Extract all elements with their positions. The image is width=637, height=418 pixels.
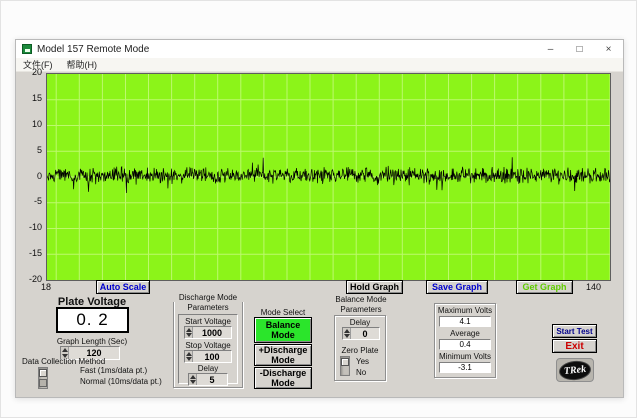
y-tick-label: 0 bbox=[37, 171, 42, 181]
maximum-volts-label: Maximum Volts bbox=[436, 306, 494, 315]
get-graph-button[interactable]: Get Graph bbox=[516, 280, 573, 294]
y-tick-label: -10 bbox=[29, 222, 42, 232]
screenshot-background: Model 157 Remote Mode – □ × 文件(F) 帮助(H) … bbox=[0, 0, 637, 418]
x-tick-max: 140 bbox=[586, 282, 601, 292]
stop-voltage-value: 100 bbox=[193, 351, 231, 362]
exit-button[interactable]: Exit bbox=[552, 339, 597, 353]
trek-logo-oval: TRek bbox=[558, 359, 592, 381]
start-test-button[interactable]: Start Test bbox=[552, 324, 597, 338]
auto-scale-button[interactable]: Auto Scale bbox=[96, 280, 150, 294]
voltage-graph bbox=[46, 73, 611, 281]
hold-graph-button[interactable]: Hold Graph bbox=[346, 280, 403, 294]
minimum-volts-label: Minimum Volts bbox=[436, 352, 494, 361]
spinner-arrows-icon[interactable] bbox=[189, 374, 197, 385]
balance-delay-spinner[interactable]: 0 bbox=[342, 327, 380, 340]
discharge-group-subtitle: Parameters bbox=[173, 303, 243, 312]
y-tick-label: -5 bbox=[34, 196, 42, 206]
y-tick-label: 5 bbox=[37, 145, 42, 155]
stop-voltage-spinner[interactable]: 100 bbox=[184, 350, 232, 363]
data-collection-slider[interactable] bbox=[38, 367, 48, 389]
balance-params-title: Balance Mode bbox=[328, 295, 394, 304]
y-tick-label: 15 bbox=[32, 93, 42, 103]
balance-params-subtitle: Parameters bbox=[328, 305, 394, 314]
title-bar: Model 157 Remote Mode – □ × bbox=[16, 40, 623, 58]
zero-plate-slider[interactable] bbox=[340, 356, 350, 376]
mode-select-label: Mode Select bbox=[252, 308, 314, 317]
window-title: Model 157 Remote Mode bbox=[37, 44, 149, 55]
minimum-volts-value: -3.1 bbox=[439, 362, 491, 373]
menu-item-help[interactable]: 帮助(H) bbox=[60, 58, 105, 71]
maximum-volts-value: 4.1 bbox=[439, 316, 491, 327]
data-collection-label: Data Collection Method bbox=[22, 357, 105, 366]
save-graph-button[interactable]: Save Graph bbox=[426, 280, 488, 294]
start-voltage-spinner[interactable]: 1000 bbox=[184, 326, 232, 339]
zero-plate-yes-label: Yes bbox=[356, 357, 369, 366]
zero-plate-label: Zero Plate bbox=[334, 346, 386, 355]
trek-logo: TRek bbox=[556, 358, 594, 382]
discharge-group-title: Discharge Mode bbox=[171, 293, 245, 302]
signal-plot-svg bbox=[47, 74, 610, 280]
y-tick-label: 20 bbox=[32, 67, 42, 77]
zero-plate-no-label: No bbox=[356, 368, 366, 377]
menu-bar: 文件(F) 帮助(H) bbox=[16, 58, 623, 72]
app-icon bbox=[22, 44, 32, 54]
plate-voltage-display: 0. 2 bbox=[56, 307, 129, 333]
balance-mode-button[interactable]: Balance Mode bbox=[254, 317, 312, 343]
trek-logo-text: TRek bbox=[563, 363, 586, 376]
close-button[interactable]: × bbox=[594, 40, 623, 58]
spinner-arrows-icon[interactable] bbox=[185, 351, 193, 362]
fast-option-label: Fast (1ms/data pt.) bbox=[80, 366, 147, 375]
start-voltage-value: 1000 bbox=[193, 327, 231, 338]
spinner-arrows-icon[interactable] bbox=[185, 327, 193, 338]
maximize-button[interactable]: □ bbox=[565, 40, 594, 58]
balance-delay-value: 0 bbox=[351, 328, 379, 339]
window-controls: – □ × bbox=[536, 40, 623, 58]
average-voltage-value: 0.4 bbox=[439, 339, 491, 350]
balance-delay-label: Delay bbox=[334, 318, 386, 327]
discharge-delay-spinner[interactable]: 5 bbox=[188, 373, 228, 386]
minus-discharge-mode-button[interactable]: -Discharge Mode bbox=[254, 367, 312, 389]
minimize-button[interactable]: – bbox=[536, 40, 565, 58]
discharge-delay-value: 5 bbox=[197, 374, 227, 385]
discharge-delay-label: Delay bbox=[178, 364, 238, 373]
start-voltage-label: Start Voltage bbox=[178, 317, 238, 326]
normal-option-label: Normal (10ms/data pt.) bbox=[80, 377, 162, 386]
spinner-arrows-icon[interactable] bbox=[343, 328, 351, 339]
y-tick-label: -15 bbox=[29, 248, 42, 258]
graph-length-label: Graph Length (Sec) bbox=[46, 337, 138, 346]
stop-voltage-label: Stop Voltage bbox=[178, 341, 238, 350]
x-tick-min: 18 bbox=[41, 282, 51, 292]
plus-discharge-mode-button[interactable]: +Discharge Mode bbox=[254, 344, 312, 366]
y-tick-label: 10 bbox=[32, 119, 42, 129]
y-axis-labels: 20151050-5-10-15-20 bbox=[18, 67, 42, 284]
app-window: Model 157 Remote Mode – □ × 文件(F) 帮助(H) … bbox=[15, 39, 624, 398]
